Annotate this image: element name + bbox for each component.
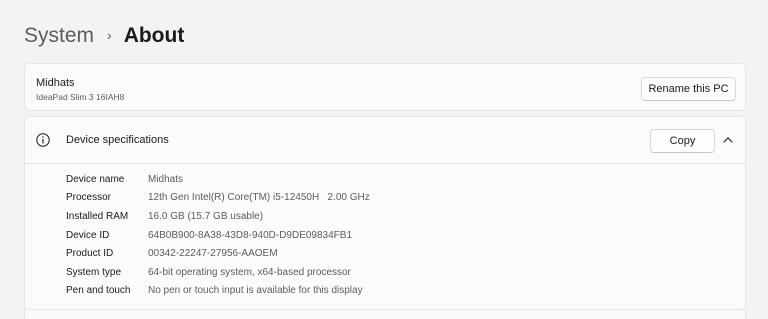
spec-row-pen-and-touch: Pen and touch No pen or touch input is a… <box>66 282 370 301</box>
spec-list: Device name Midhats Processor 12th Gen I… <box>66 170 370 300</box>
breadcrumb-system-link[interactable]: System <box>24 22 94 50</box>
spec-row-device-name: Device name Midhats <box>66 170 370 189</box>
spec-label: Processor <box>66 192 112 204</box>
spec-value: 64B0B900-8A38-43D8-940D-D9DE09834FB1 <box>148 229 353 241</box>
spec-value: 12th Gen Intel(R) Core(TM) i5-12450H 2.0… <box>148 192 370 204</box>
info-icon <box>36 133 50 147</box>
spec-value: No pen or touch input is available for t… <box>148 285 363 297</box>
pc-name: Midhats <box>36 77 75 89</box>
spec-label: System type <box>66 266 122 278</box>
spec-label: Pen and touch <box>66 285 131 297</box>
spec-value: 00342-22247-27956-AAOEM <box>148 248 278 260</box>
device-specifications-title: Device specifications <box>66 134 169 146</box>
spec-value: 16.0 GB (15.7 GB usable) <box>148 210 264 222</box>
spec-value: 64-bit operating system, x64-based proce… <box>148 266 351 278</box>
spec-label: Installed RAM <box>66 210 129 222</box>
pc-model: IdeaPad Slim 3 16IAH8 <box>36 92 125 102</box>
page-title: About <box>123 24 185 47</box>
breadcrumb-separator: › <box>107 27 112 43</box>
rename-pc-button[interactable]: Rename this PC <box>641 77 736 101</box>
spec-label: Product ID <box>66 248 114 260</box>
next-section-edge <box>24 309 746 319</box>
spec-row-system-type: System type 64-bit operating system, x64… <box>66 263 370 282</box>
copy-button[interactable]: Copy <box>650 129 715 153</box>
device-specifications-card: Device specifications Copy Device name M… <box>24 116 746 310</box>
spec-label: Device ID <box>66 229 110 241</box>
chevron-up-icon[interactable] <box>722 135 734 145</box>
spec-row-processor: Processor 12th Gen Intel(R) Core(TM) i5-… <box>66 189 370 208</box>
spec-row-device-id: Device ID 64B0B900-8A38-43D8-940D-D9DE09… <box>66 226 370 245</box>
pc-name-card: Midhats IdeaPad Slim 3 16IAH8 Rename thi… <box>24 63 746 111</box>
device-specifications-header[interactable]: Device specifications Copy <box>25 117 745 164</box>
spec-value: Midhats <box>148 173 184 185</box>
spec-label: Device name <box>66 173 125 185</box>
spec-row-product-id: Product ID 00342-22247-27956-AAOEM <box>66 244 370 263</box>
settings-about-page: System › About Midhats IdeaPad Slim 3 16… <box>0 0 768 319</box>
spec-row-installed-ram: Installed RAM 16.0 GB (15.7 GB usable) <box>66 207 370 226</box>
breadcrumb: System › About <box>24 22 184 50</box>
